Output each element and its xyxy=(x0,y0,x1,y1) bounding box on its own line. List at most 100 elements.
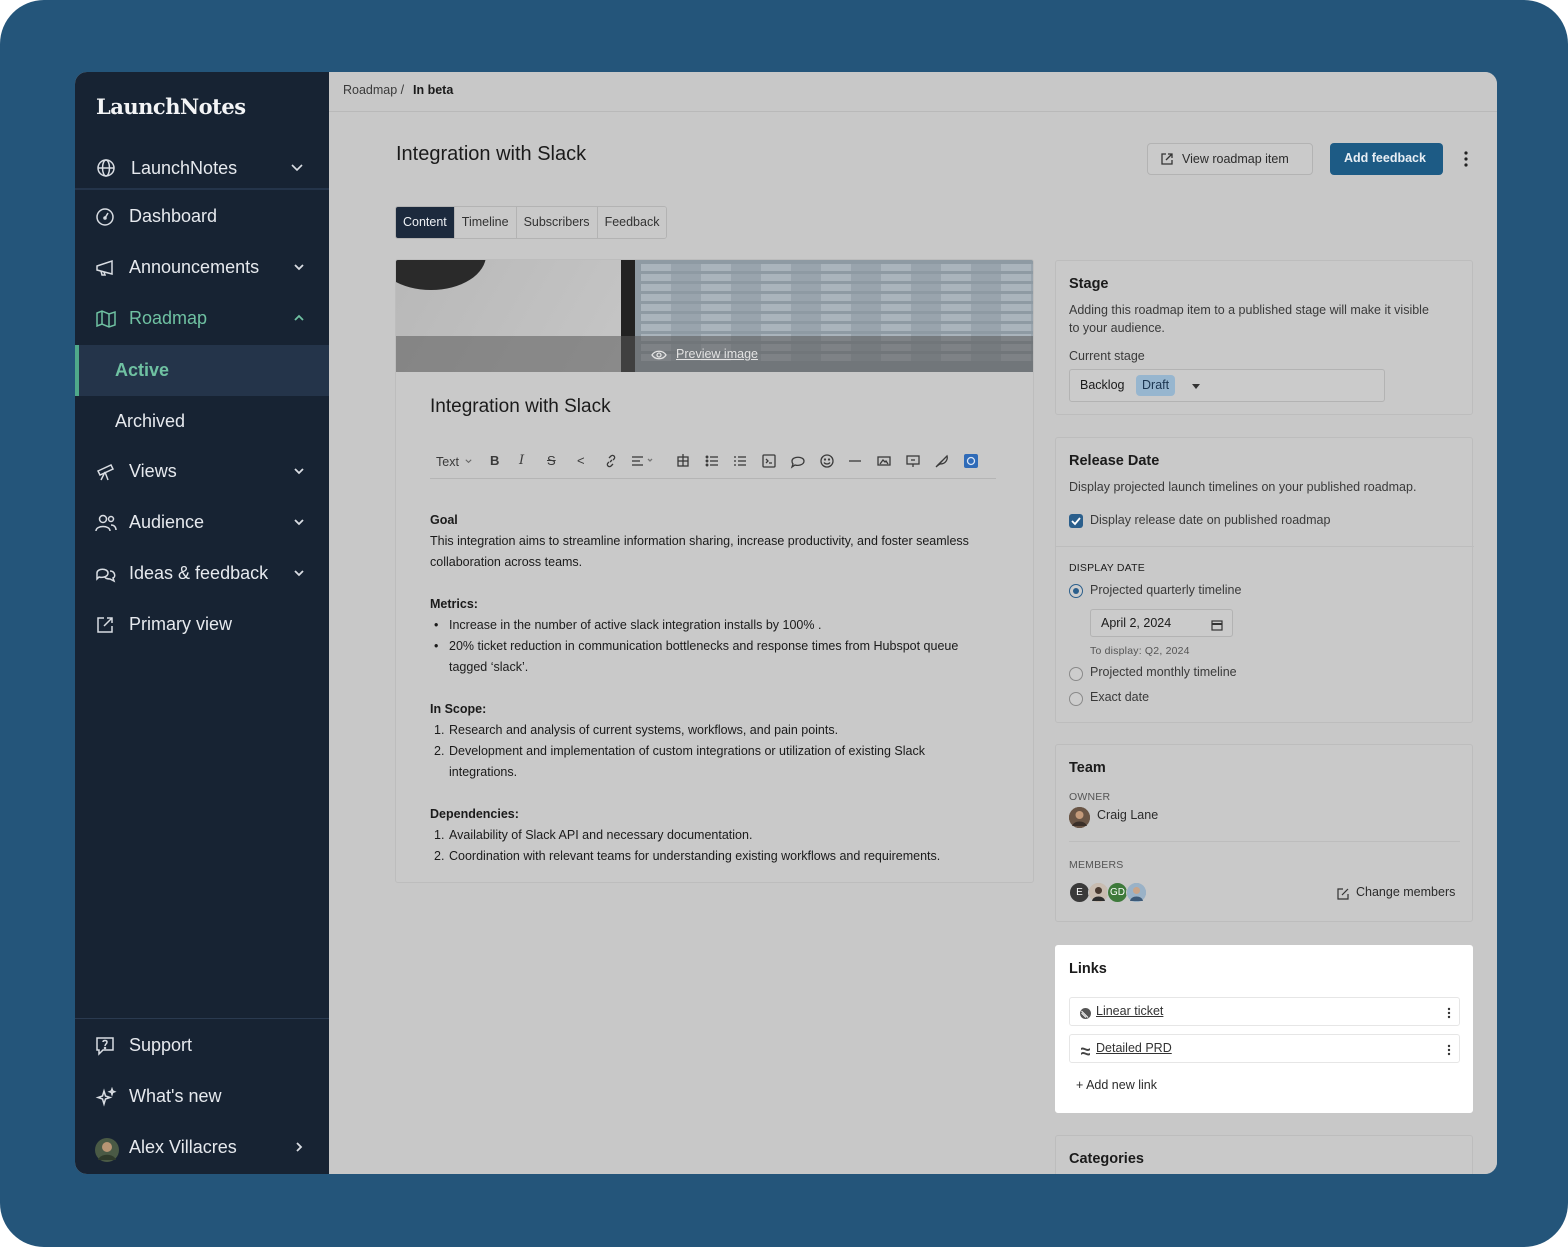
bold-icon[interactable]: B xyxy=(490,453,499,468)
main-content: Roadmap / In beta Integration with Slack… xyxy=(329,72,1497,1174)
sidebar-item-ideas-feedback[interactable]: Ideas & feedback xyxy=(75,549,329,600)
card-title: Categories xyxy=(1069,1151,1144,1167)
confluence-icon xyxy=(1080,1043,1091,1061)
preview-image-link[interactable]: Preview image xyxy=(676,347,758,361)
goal-text: This integration aims to streamline info… xyxy=(430,534,969,548)
card-title: Stage xyxy=(1069,276,1109,292)
link-title[interactable]: Linear ticket xyxy=(1096,1004,1163,1018)
add-feedback-button[interactable]: Add feedback xyxy=(1330,143,1443,175)
external-link-icon xyxy=(95,615,115,640)
item-title[interactable]: Integration with Slack xyxy=(430,396,611,418)
caret-down-icon xyxy=(1192,384,1200,389)
code-block-icon[interactable] xyxy=(762,453,776,472)
link-title[interactable]: Detailed PRD xyxy=(1096,1041,1172,1055)
workspace-label: LaunchNotes xyxy=(131,158,238,178)
links-card: Links Linear ticket Detailed PRD + Add n… xyxy=(1055,945,1473,1113)
sidebar-subitem-archived[interactable]: Archived xyxy=(75,396,329,447)
sidebar-item-announcements[interactable]: Announcements xyxy=(75,243,329,294)
embed-icon[interactable] xyxy=(905,453,921,472)
sidebar-item-audience[interactable]: Audience xyxy=(75,498,329,549)
owner-name: Craig Lane xyxy=(1097,808,1159,822)
text-style-select[interactable]: Text xyxy=(436,455,459,469)
bullet-list-icon[interactable] xyxy=(705,453,719,472)
change-members-button[interactable]: Change members xyxy=(1356,885,1455,899)
team-card: Team OWNER Craig Lane MEMBERS E GD Chang… xyxy=(1055,744,1473,922)
more-options-icon[interactable] xyxy=(1459,150,1473,173)
button-label: View roadmap item xyxy=(1182,152,1289,166)
workspace-switcher[interactable]: LaunchNotes xyxy=(75,148,329,190)
sidebar-item-views[interactable]: Views xyxy=(75,447,329,498)
italic-icon[interactable]: I xyxy=(519,453,524,468)
document-body[interactable]: Goal This integration aims to streamline… xyxy=(430,510,1010,867)
stage-select[interactable]: Backlog Draft xyxy=(1069,369,1385,402)
tab-feedback[interactable]: Feedback xyxy=(597,207,667,238)
emoji-icon[interactable] xyxy=(819,453,835,472)
content-editor: Preview image Integration with Slack Tex… xyxy=(395,259,1034,883)
comment-icon[interactable] xyxy=(790,453,806,472)
telescope-icon xyxy=(95,462,117,487)
more-options-icon[interactable] xyxy=(1447,1043,1451,1061)
link-item[interactable]: Detailed PRD xyxy=(1069,1034,1460,1063)
breadcrumb: Roadmap / In beta xyxy=(329,72,1497,112)
divider xyxy=(1056,546,1474,547)
radio-label: Projected monthly timeline xyxy=(1090,665,1237,679)
sidebar-item-label: Views xyxy=(129,461,177,481)
table-icon[interactable] xyxy=(676,453,690,472)
sidebar-item-label: What's new xyxy=(129,1086,222,1106)
sidebar-item-label: Support xyxy=(129,1035,193,1055)
sidebar-item-whats-new[interactable]: What's new xyxy=(75,1072,329,1123)
tab-timeline[interactable]: Timeline xyxy=(454,207,517,238)
gauge-icon xyxy=(95,207,115,232)
align-icon[interactable] xyxy=(631,453,653,472)
sidebar-item-dashboard[interactable]: Dashboard xyxy=(75,192,329,243)
sidebar-item-roadmap[interactable]: Roadmap xyxy=(75,294,329,345)
more-options-icon[interactable] xyxy=(1447,1006,1451,1024)
divider xyxy=(1069,841,1460,842)
numbered-list-icon[interactable] xyxy=(733,453,747,472)
sidebar-item-support[interactable]: Support xyxy=(75,1021,329,1072)
help-chat-icon xyxy=(95,1036,115,1061)
tab-content[interactable]: Content xyxy=(396,207,455,238)
chevron-right-icon xyxy=(292,1140,306,1159)
tab-bar: Content Timeline Subscribers Feedback xyxy=(395,206,668,239)
sidebar-subitem-active[interactable]: Active xyxy=(75,345,329,396)
feather-icon[interactable] xyxy=(934,453,950,472)
section-label: MEMBERS xyxy=(1069,859,1124,871)
radio-quarterly[interactable] xyxy=(1069,584,1083,598)
tab-subscribers[interactable]: Subscribers xyxy=(516,207,598,238)
divider-icon[interactable] xyxy=(848,453,862,472)
sidebar: LaunchNotes LaunchNotes Dashboard Announ… xyxy=(75,72,329,1174)
code-icon[interactable]: < xyxy=(577,453,585,468)
ai-assist-icon[interactable] xyxy=(963,453,979,472)
link-item[interactable]: Linear ticket xyxy=(1069,997,1460,1026)
card-title: Team xyxy=(1069,760,1106,776)
date-picker-input[interactable]: April 2, 2024 xyxy=(1090,609,1233,637)
image-icon[interactable] xyxy=(876,453,892,472)
display-release-date-checkbox[interactable] xyxy=(1069,514,1083,528)
radio-monthly[interactable] xyxy=(1069,667,1083,681)
button-label: Add feedback xyxy=(1344,151,1426,165)
external-link-icon xyxy=(1160,152,1174,169)
user-menu[interactable]: Alex Villacres xyxy=(75,1123,329,1174)
radio-exact[interactable] xyxy=(1069,692,1083,706)
chevron-down-icon xyxy=(292,260,306,279)
dependencies-heading: Dependencies: xyxy=(430,807,519,821)
page-title: Integration with Slack xyxy=(396,143,587,165)
avatar xyxy=(1069,807,1090,828)
avatar xyxy=(1088,882,1109,903)
strikethrough-icon[interactable]: S xyxy=(547,453,556,468)
categories-card: Categories xyxy=(1055,1135,1473,1174)
user-name: Alex Villacres xyxy=(129,1137,237,1157)
megaphone-icon xyxy=(95,258,117,283)
logo: LaunchNotes xyxy=(96,94,246,119)
date-value: April 2, 2024 xyxy=(1101,616,1172,630)
cover-image[interactable]: Preview image xyxy=(396,260,1033,372)
breadcrumb-parent[interactable]: Roadmap / xyxy=(343,83,404,97)
sidebar-item-primary-view[interactable]: Primary view xyxy=(75,600,329,651)
chevron-down-icon xyxy=(292,566,306,585)
add-link-button[interactable]: + Add new link xyxy=(1076,1078,1157,1092)
list-item: 1. Research and analysis of current syste… xyxy=(434,723,839,737)
link-icon[interactable] xyxy=(603,453,619,472)
sidebar-item-label: Ideas & feedback xyxy=(129,563,269,583)
view-roadmap-item-button[interactable]: View roadmap item xyxy=(1147,143,1313,175)
